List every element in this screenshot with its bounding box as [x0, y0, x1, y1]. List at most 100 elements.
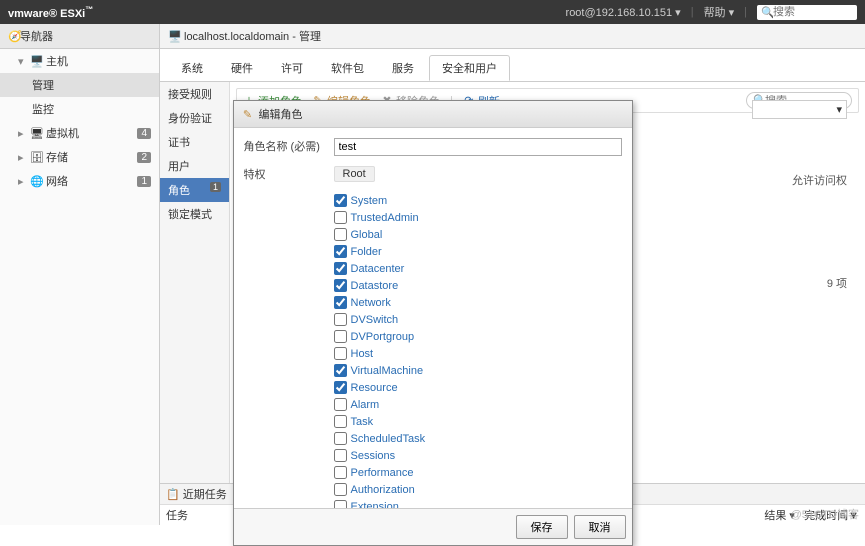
privilege-name: Host — [351, 348, 374, 360]
caret-icon: ▾ — [18, 55, 26, 68]
subnav-rules[interactable]: 接受规则 — [160, 82, 229, 106]
subnav-auth[interactable]: 身份验证 — [160, 106, 229, 130]
privilege-checkbox[interactable] — [334, 500, 347, 508]
privilege-name: Global — [351, 229, 383, 241]
privilege-name: DVSwitch — [351, 314, 399, 326]
breadcrumb: 🖥️ localhost.localdomain - 管理 — [160, 24, 865, 49]
tab-security[interactable]: 安全和用户 — [429, 55, 510, 81]
privilege-name: ScheduledTask — [351, 433, 426, 445]
network-count-badge: 1 — [137, 176, 151, 187]
privilege-name: Datastore — [351, 280, 399, 292]
privilege-item[interactable]: Task — [334, 413, 622, 430]
subnav-lockdown[interactable]: 锁定模式 — [160, 202, 229, 226]
subnav-users[interactable]: 用户 — [160, 154, 229, 178]
role-name-label: 角色名称 (必需) — [244, 138, 334, 154]
privilege-item[interactable]: VirtualMachine — [334, 362, 622, 379]
privilege-checkbox[interactable] — [334, 228, 347, 241]
storage-icon: 🗄 — [30, 151, 42, 164]
privilege-checkbox[interactable] — [334, 262, 347, 275]
nav-storage[interactable]: ▸🗄 存储2 — [0, 145, 159, 169]
filter-dropdown[interactable]: ▾ — [752, 100, 847, 119]
privilege-checkbox[interactable] — [334, 313, 347, 326]
privilege-checkbox[interactable] — [334, 245, 347, 258]
privilege-name: Performance — [351, 467, 414, 479]
role-name-input[interactable] — [334, 138, 622, 156]
tab-system[interactable]: 系统 — [168, 55, 216, 81]
nav-manage[interactable]: 管理 — [0, 73, 159, 97]
privilege-item[interactable]: DVSwitch — [334, 311, 622, 328]
privilege-item[interactable]: Performance — [334, 464, 622, 481]
privilege-item[interactable]: Sessions — [334, 447, 622, 464]
col-complete[interactable]: 完成时间 — [804, 510, 848, 522]
edit-role-dialog: ✎ 编辑角色 角色名称 (必需) 特权 Root SystemTrustedAd… — [233, 100, 633, 546]
nav-network[interactable]: ▸🌐 网络1 — [0, 169, 159, 193]
top-bar: vmware® ESXi™ root@192.168.10.151 ▾ | 帮助… — [0, 0, 865, 24]
privilege-list: System TrustedAdmin Global Folder Datacenter… — [334, 192, 622, 508]
privileges-label: 特权 — [244, 166, 334, 182]
privilege-item[interactable]: Datacenter — [334, 260, 622, 277]
privilege-item[interactable]: Extension — [334, 498, 622, 508]
help-menu[interactable]: 帮助 ▾ — [704, 4, 735, 20]
privilege-item[interactable]: ScheduledTask — [334, 430, 622, 447]
privilege-checkbox[interactable] — [334, 194, 347, 207]
nav-host[interactable]: ▾ 🖥️ 主机 — [0, 49, 159, 73]
privilege-item[interactable]: Alarm — [334, 396, 622, 413]
privilege-item[interactable]: DVPortgroup — [334, 328, 622, 345]
navigator-icon: 🧭 — [8, 30, 20, 43]
nav-vm[interactable]: ▸🖥 虚拟机4 — [0, 121, 159, 145]
global-search[interactable]: 🔍 — [757, 5, 857, 20]
privilege-name: Network — [351, 297, 391, 309]
privilege-checkbox[interactable] — [334, 483, 347, 496]
tab-hardware[interactable]: 硬件 — [218, 55, 266, 81]
privilege-item[interactable]: TrustedAdmin — [334, 209, 622, 226]
privilege-item[interactable]: Folder — [334, 243, 622, 260]
privilege-checkbox[interactable] — [334, 381, 347, 394]
privilege-checkbox[interactable] — [334, 279, 347, 292]
tab-bar: 系统 硬件 许可 软件包 服务 安全和用户 — [160, 49, 865, 82]
privilege-item[interactable]: System — [334, 192, 622, 209]
privilege-item[interactable]: Host — [334, 345, 622, 362]
privilege-name: Extension — [351, 501, 399, 509]
privilege-root-crumb[interactable]: Root — [334, 166, 375, 182]
privilege-name: TrustedAdmin — [351, 212, 419, 224]
pencil-icon: ✎ — [242, 108, 254, 121]
cancel-button[interactable]: 取消 — [574, 515, 626, 539]
privilege-checkbox[interactable] — [334, 398, 347, 411]
save-button[interactable]: 保存 — [516, 515, 568, 539]
privilege-name: Resource — [351, 382, 398, 394]
privilege-checkbox[interactable] — [334, 415, 347, 428]
tab-services[interactable]: 服务 — [379, 55, 427, 81]
privilege-checkbox[interactable] — [334, 296, 347, 309]
subnav-cert[interactable]: 证书 — [160, 130, 229, 154]
subnav-roles[interactable]: 角色1 — [160, 178, 229, 202]
global-search-input[interactable] — [773, 6, 843, 18]
col-task: 任务 — [166, 507, 188, 523]
privilege-item[interactable]: Authorization — [334, 481, 622, 498]
privilege-name: VirtualMachine — [351, 365, 424, 377]
privilege-checkbox[interactable] — [334, 432, 347, 445]
privilege-item[interactable]: Datastore — [334, 277, 622, 294]
host-icon: 🖥️ — [30, 55, 42, 68]
network-icon: 🌐 — [30, 175, 42, 188]
user-menu[interactable]: root@192.168.10.151 ▾ — [566, 6, 681, 19]
privilege-item[interactable]: Network — [334, 294, 622, 311]
tab-license[interactable]: 许可 — [268, 55, 316, 81]
privilege-checkbox[interactable] — [334, 364, 347, 377]
col-result[interactable]: 结果 — [764, 510, 786, 522]
item-count: 9 项 — [827, 275, 847, 291]
privilege-checkbox[interactable] — [334, 347, 347, 360]
privilege-name: Authorization — [351, 484, 415, 496]
vm-count-badge: 4 — [137, 128, 151, 139]
privilege-checkbox[interactable] — [334, 466, 347, 479]
privilege-checkbox[interactable] — [334, 330, 347, 343]
privilege-name: Sessions — [351, 450, 396, 462]
privilege-checkbox[interactable] — [334, 449, 347, 462]
privilege-item[interactable]: Global — [334, 226, 622, 243]
tab-packages[interactable]: 软件包 — [318, 55, 377, 81]
vm-icon: 🖥 — [30, 127, 42, 140]
privilege-item[interactable]: Resource — [334, 379, 622, 396]
privilege-name: Folder — [351, 246, 382, 258]
storage-count-badge: 2 — [137, 152, 151, 163]
nav-monitor[interactable]: 监控 — [0, 97, 159, 121]
privilege-checkbox[interactable] — [334, 211, 347, 224]
